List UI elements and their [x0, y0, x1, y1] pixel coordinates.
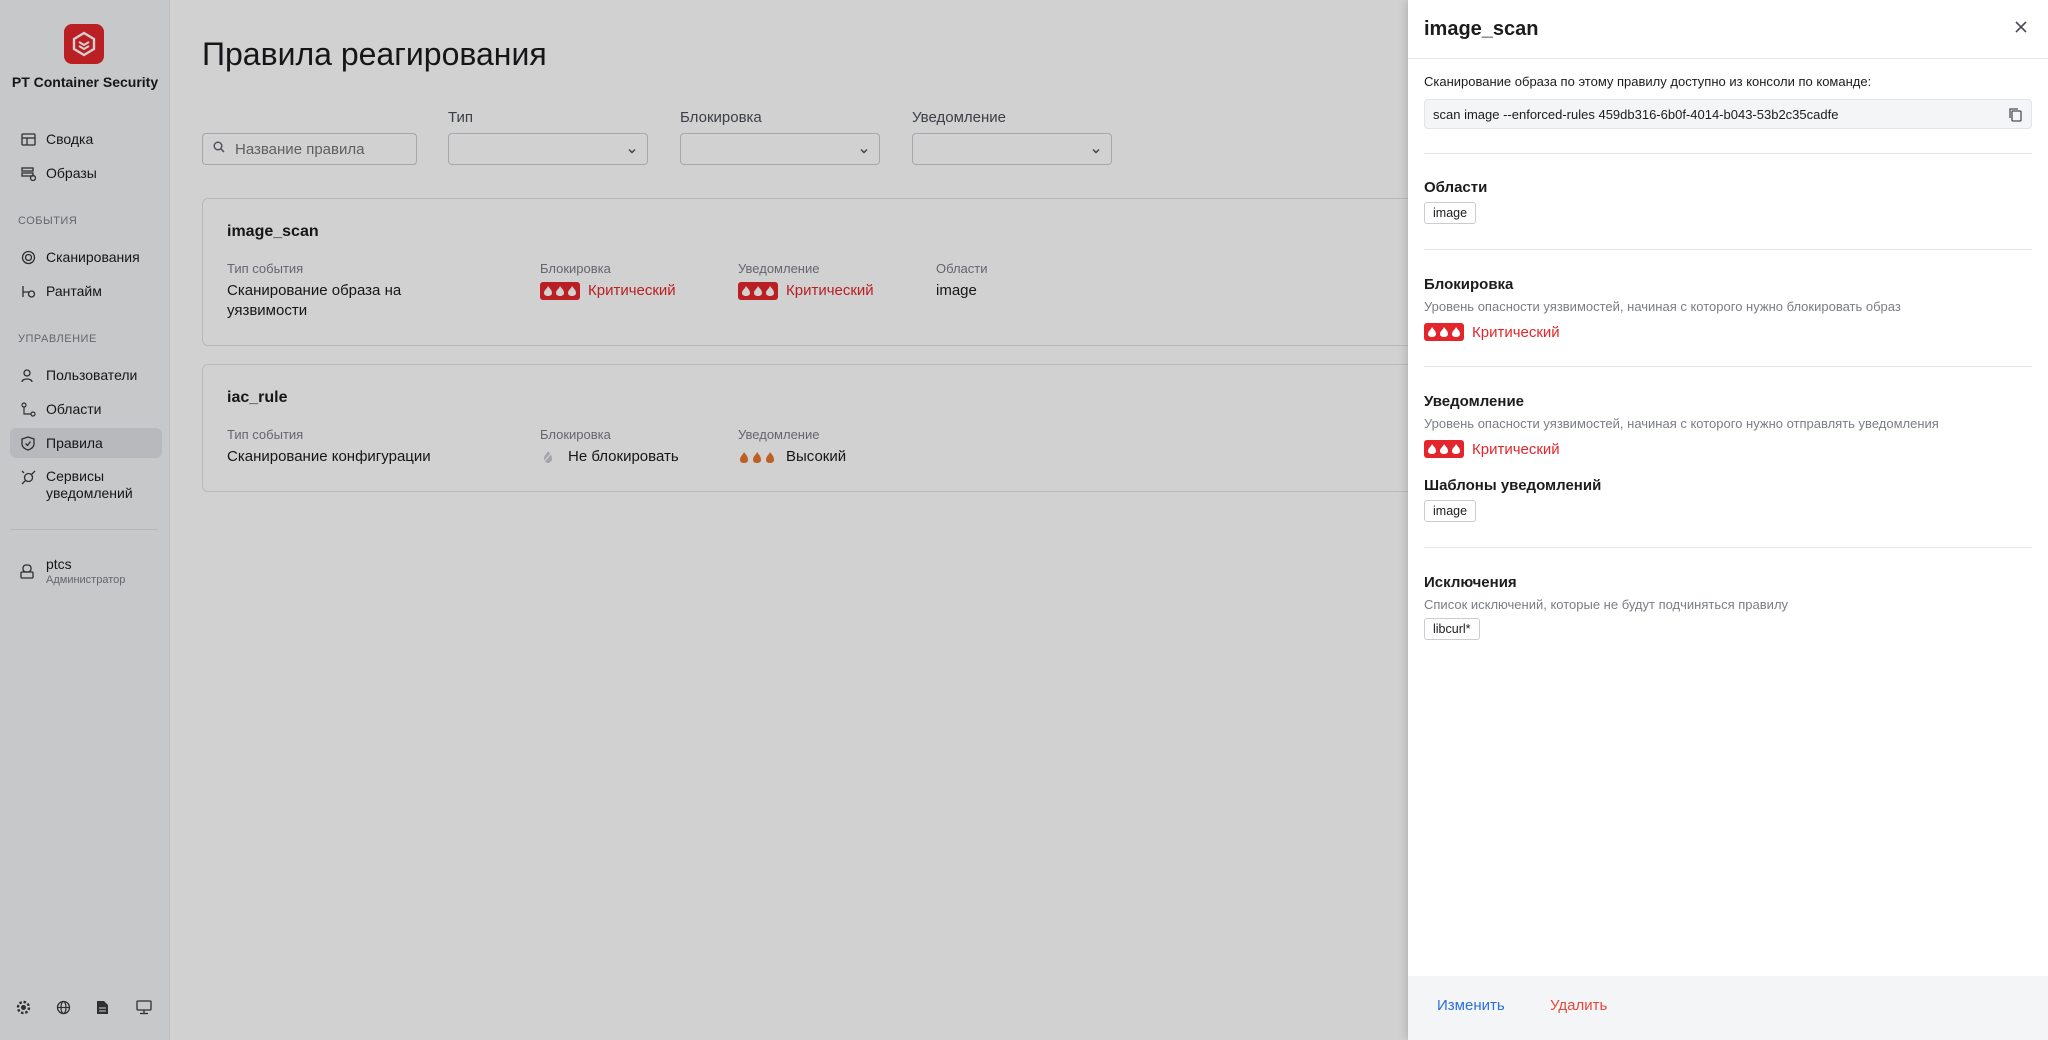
drawer-title: image_scan — [1424, 18, 1539, 40]
critical-severity-icon — [1424, 323, 1464, 341]
notify-severity-text: Критический — [1472, 440, 1560, 458]
notify-description: Уровень опасности уязвимостей, начиная с… — [1424, 416, 1939, 431]
block-description: Уровень опасности уязвимостей, начиная с… — [1424, 299, 1901, 314]
drawer-footer: Изменить Удалить — [1408, 976, 2048, 1040]
notify-title: Уведомление — [1424, 393, 1525, 410]
scope-tag: image — [1424, 202, 1477, 224]
edit-button[interactable]: Изменить — [1437, 997, 1505, 1014]
section-divider — [1424, 547, 2032, 548]
section-divider — [1424, 153, 2032, 154]
modal-overlay[interactable] — [0, 0, 1408, 1040]
template-tag: image — [1424, 500, 1477, 522]
command-text: scan image --enforced-rules 459db316-6b0… — [1433, 106, 1839, 122]
console-hint: Сканирование образа по этому правилу дос… — [1424, 74, 1872, 89]
scopes-title: Области — [1424, 179, 1488, 196]
rule-detail-drawer: image_scan Сканирование образа по этому … — [1408, 0, 2048, 1040]
command-field[interactable]: scan image --enforced-rules 459db316-6b0… — [1424, 99, 2032, 129]
critical-severity-icon — [1424, 440, 1464, 458]
block-severity-text: Критический — [1472, 323, 1560, 341]
drawer-header-divider — [1408, 58, 2048, 59]
block-severity: Критический — [1424, 323, 1560, 341]
notify-severity: Критический — [1424, 440, 1560, 458]
close-icon[interactable] — [2014, 20, 2030, 36]
copy-icon[interactable] — [2008, 107, 2023, 122]
block-title: Блокировка — [1424, 276, 1514, 293]
exceptions-title: Исключения — [1424, 574, 1517, 591]
section-divider — [1424, 366, 2032, 367]
exceptions-description: Список исключений, которые не будут подч… — [1424, 597, 1789, 612]
delete-button[interactable]: Удалить — [1550, 997, 1607, 1014]
section-divider — [1424, 249, 2032, 250]
templates-title: Шаблоны уведомлений — [1424, 477, 1602, 494]
exception-tag: libcurl* — [1424, 618, 1480, 640]
